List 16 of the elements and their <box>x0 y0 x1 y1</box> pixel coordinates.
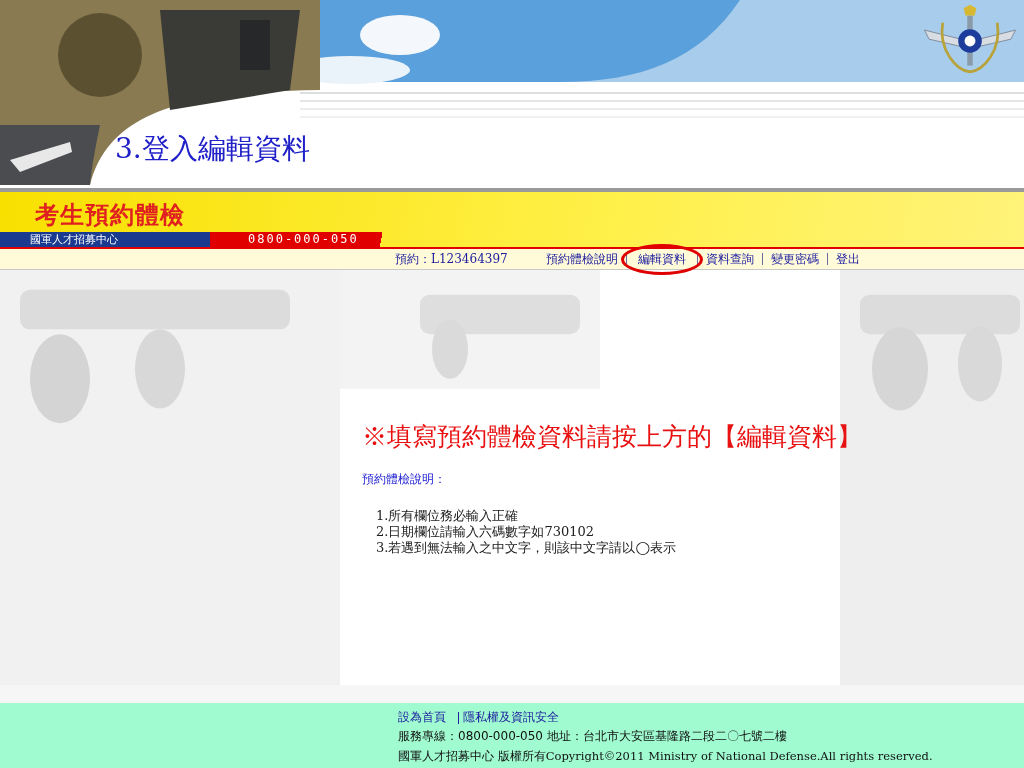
nav-link[interactable]: 變更密碼 <box>762 250 827 268</box>
instruction-item: 3.若遇到無法輸入之中文字，則該中文字請以◯表示 <box>376 540 677 556</box>
nav-link[interactable]: 資料查詢 <box>697 250 762 268</box>
copyright-text: 國軍人才招募中心 版權所有Copyright©2011 Ministry of National Defense.All rights reserved. <box>398 748 934 765</box>
footer-link[interactable]: 隱私權及資訊安全 <box>463 709 559 726</box>
org-name: 國軍人才招募中心 <box>0 232 210 247</box>
nav-link[interactable]: 登出 <box>827 250 868 268</box>
service-info: 服務專線：0800-000-050 地址：台北市大安區基隆路二段二〇七號二樓 <box>398 728 788 745</box>
notice-text: ※填寫預約體檢資料請按上方的【編輯資料】 <box>362 421 863 453</box>
slide-title: 3.登入編輯資料 <box>115 131 310 167</box>
instructions-heading: 預約體檢說明： <box>362 471 447 488</box>
instruction-item: 1.所有欄位務必輸入正確 <box>376 508 520 524</box>
booking-number: 預約：L123464397 <box>395 250 508 268</box>
site-title: 考生預約體檢 <box>34 199 186 231</box>
footer-link[interactable]: 設為首頁 <box>398 709 446 726</box>
instruction-item: 2.日期欄位請輸入六碼數字如730102 <box>376 524 596 540</box>
